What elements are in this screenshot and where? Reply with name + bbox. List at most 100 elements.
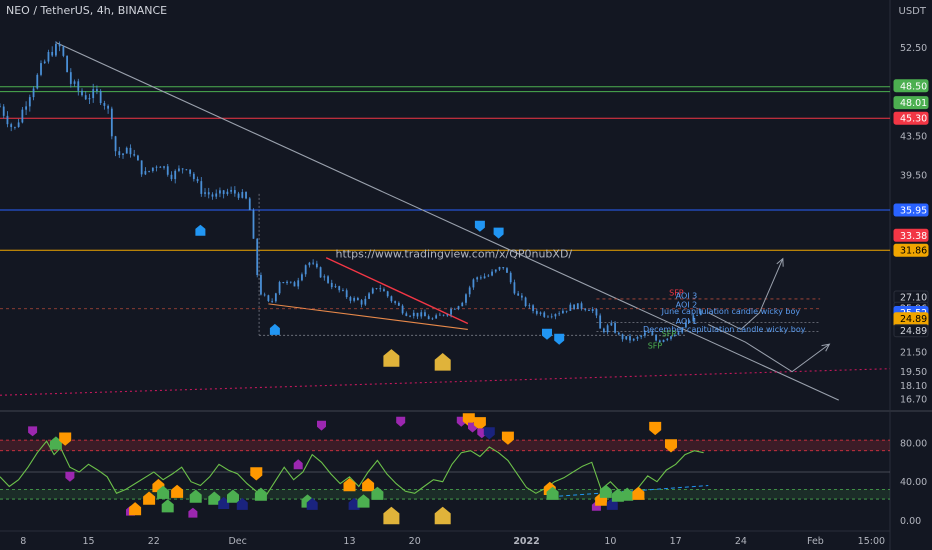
candle-body-54 bbox=[200, 181, 203, 194]
candle-body-82 bbox=[304, 265, 307, 275]
level-label-5: 31.86 bbox=[900, 246, 927, 257]
candle-body-97 bbox=[360, 300, 363, 305]
candle-body-49 bbox=[181, 168, 184, 170]
candle-body-108 bbox=[401, 305, 404, 314]
candle-body-59 bbox=[219, 190, 221, 194]
candle-body-80 bbox=[297, 280, 300, 287]
time-tick-6: 2022 bbox=[513, 536, 539, 547]
candle-body-56 bbox=[207, 192, 210, 195]
candle-body-158 bbox=[588, 309, 590, 311]
candle-body-72 bbox=[267, 295, 270, 302]
oscillator-tick-0: 80.00 bbox=[900, 439, 927, 450]
candle-body-88 bbox=[327, 276, 329, 283]
candle-body-52 bbox=[192, 173, 195, 180]
price-marker-2 bbox=[474, 220, 485, 232]
candle-body-156 bbox=[580, 303, 583, 309]
candle-body-127 bbox=[472, 279, 475, 288]
candle-body-18 bbox=[66, 55, 68, 73]
candle-body-27 bbox=[99, 90, 102, 104]
candle-body-94 bbox=[349, 297, 352, 301]
candle-body-77 bbox=[286, 281, 288, 284]
candle-body-100 bbox=[371, 288, 374, 294]
candle-body-111 bbox=[412, 312, 415, 316]
candle-body-98 bbox=[364, 298, 367, 305]
trendline-0 bbox=[55, 42, 839, 401]
oscillator-marker-26 bbox=[362, 478, 375, 492]
candle-body-24 bbox=[88, 98, 91, 100]
price-marker-4 bbox=[542, 328, 552, 340]
oscillator-marker-29 bbox=[396, 416, 406, 427]
candle-body-45 bbox=[166, 166, 169, 175]
price-marker-5 bbox=[554, 333, 565, 345]
candle-body-16 bbox=[58, 44, 61, 47]
price-marker-0 bbox=[195, 224, 206, 236]
candle-body-123 bbox=[457, 306, 460, 310]
candle-body-149 bbox=[554, 314, 557, 317]
candle-body-22 bbox=[81, 90, 83, 96]
candle-body-70 bbox=[260, 275, 262, 295]
candle-body-51 bbox=[189, 169, 192, 174]
candle-body-33 bbox=[122, 153, 124, 155]
candle-body-67 bbox=[248, 198, 251, 211]
level-label-0: 48.50 bbox=[900, 81, 927, 92]
candle-body-58 bbox=[215, 193, 218, 197]
symbol-title[interactable]: NEO / TetherUS, 4h, BINANCE bbox=[6, 4, 167, 17]
candle-body-31 bbox=[114, 136, 117, 152]
candle-body-161 bbox=[599, 315, 602, 329]
candle-body-84 bbox=[312, 262, 315, 264]
level-label-1: 48.01 bbox=[900, 98, 927, 109]
candle-body-50 bbox=[185, 169, 188, 171]
candle-body-11 bbox=[40, 63, 42, 75]
annotation-7: SFP bbox=[662, 329, 677, 338]
level-label-4: 33.38 bbox=[900, 231, 927, 242]
candle-body-99 bbox=[368, 293, 370, 299]
trendline-3 bbox=[0, 368, 891, 396]
candle-body-101 bbox=[375, 288, 378, 289]
price-tick-6: 16.70 bbox=[900, 395, 927, 406]
oscillator-marker-19 bbox=[293, 459, 303, 470]
candle-body-145 bbox=[539, 312, 542, 314]
annotation-8: SFP bbox=[648, 342, 663, 351]
candle-body-73 bbox=[271, 301, 274, 302]
candle-body-10 bbox=[36, 74, 39, 89]
candle-body-86 bbox=[319, 267, 322, 278]
candle-body-42 bbox=[155, 166, 158, 168]
candle-body-165 bbox=[614, 322, 616, 333]
candle-body-25 bbox=[92, 89, 95, 99]
oscillator-marker-10 bbox=[171, 484, 184, 498]
price-chart[interactable]: https://www.tradingview.com/x/QP0nubXD/S… bbox=[0, 0, 932, 550]
candle-body-83 bbox=[308, 262, 311, 266]
candle-body-34 bbox=[125, 147, 128, 154]
candle-body-30 bbox=[110, 108, 113, 137]
price-marker-6 bbox=[383, 349, 400, 367]
candle-body-126 bbox=[468, 287, 471, 295]
candle-body-76 bbox=[282, 282, 285, 284]
candle-body-7 bbox=[25, 106, 27, 110]
oscillator-marker-42 bbox=[599, 484, 612, 498]
level-label-2: 45.30 bbox=[900, 114, 927, 125]
candle-body-148 bbox=[550, 316, 553, 318]
candle-body-164 bbox=[610, 322, 613, 326]
candle-body-147 bbox=[547, 316, 549, 318]
candle-body-154 bbox=[573, 304, 575, 310]
candle-body-104 bbox=[386, 291, 389, 297]
candle-body-46 bbox=[170, 174, 173, 180]
candle-body-61 bbox=[226, 191, 229, 195]
candle-body-71 bbox=[263, 294, 266, 296]
candle-body-1 bbox=[2, 106, 5, 116]
candle-body-169 bbox=[629, 336, 631, 341]
candle-body-119 bbox=[442, 314, 445, 316]
oscillator-marker-30 bbox=[434, 506, 451, 525]
candle-body-142 bbox=[528, 305, 531, 307]
candle-body-141 bbox=[524, 297, 527, 307]
candle-body-163 bbox=[606, 325, 609, 333]
candle-body-125 bbox=[465, 294, 467, 303]
candle-body-69 bbox=[256, 238, 259, 276]
candle-body-150 bbox=[558, 313, 561, 315]
candle-body-162 bbox=[602, 328, 605, 333]
time-tick-5: 20 bbox=[409, 536, 421, 547]
candle-body-109 bbox=[405, 313, 408, 316]
candle-body-55 bbox=[204, 192, 206, 194]
price-tick-5: 18.10 bbox=[900, 381, 927, 392]
candle-body-144 bbox=[535, 310, 538, 314]
